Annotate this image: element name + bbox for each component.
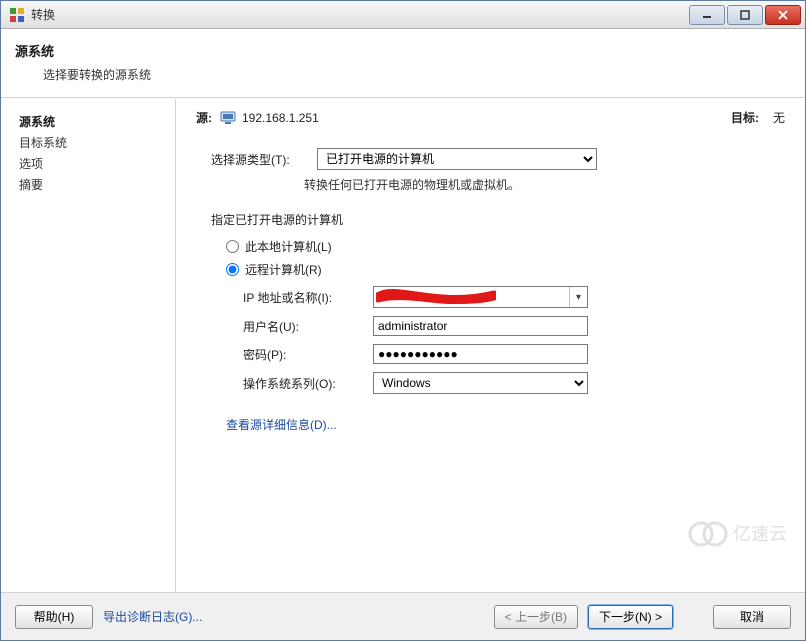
fieldset-title: 指定已打开电源的计算机 <box>211 211 785 228</box>
source-label: 源: <box>196 109 212 126</box>
chevron-down-icon[interactable]: ▾ <box>569 287 587 307</box>
view-details-link[interactable]: 查看源详细信息(D)... <box>226 416 785 433</box>
wizard-footer: 帮助(H) 导出诊断日志(G)... < 上一步(B) 下一步(N) > 取消 <box>1 592 805 640</box>
target-value: 无 <box>773 109 785 126</box>
app-icon <box>9 7 25 23</box>
redacted-mark-icon <box>376 289 496 305</box>
page-title: 源系统 <box>15 41 805 60</box>
source-value-wrap: 192.168.1.251 <box>220 111 319 125</box>
password-field[interactable] <box>373 344 588 364</box>
os-row: 操作系统系列(O): Windows <box>243 372 785 394</box>
radio-local-row[interactable]: 此本地计算机(L) <box>226 238 785 255</box>
maximize-icon <box>740 10 750 20</box>
next-button[interactable]: 下一步(N) > <box>588 605 673 629</box>
window-title: 转换 <box>31 6 55 23</box>
maximize-button[interactable] <box>727 5 763 25</box>
computer-icon <box>220 111 236 125</box>
powered-on-fieldset: 指定已打开电源的计算机 此本地计算机(L) 远程计算机(R) IP 地址或名称(… <box>211 211 785 433</box>
source-target-row: 源: 192.168.1.251 目标: 无 <box>196 109 785 126</box>
close-icon <box>778 10 788 20</box>
source-type-row: 选择源类型(T): 已打开电源的计算机 <box>211 148 785 170</box>
minimize-button[interactable] <box>689 5 725 25</box>
minimize-icon <box>702 10 712 20</box>
watermark-text: 亿速云 <box>733 524 787 544</box>
source-value: 192.168.1.251 <box>242 111 319 125</box>
page-subtitle: 选择要转换的源系统 <box>43 66 805 83</box>
password-label: 密码(P): <box>243 346 373 363</box>
sidebar-item-summary[interactable]: 摘要 <box>11 174 165 195</box>
cancel-button[interactable]: 取消 <box>713 605 791 629</box>
username-field[interactable] <box>373 316 588 336</box>
ip-combobox[interactable]: ▾ <box>373 286 588 308</box>
radio-local[interactable] <box>226 240 239 253</box>
os-label: 操作系统系列(O): <box>243 375 373 392</box>
target-label: 目标: <box>731 109 759 126</box>
wizard-header: 源系统 选择要转换的源系统 <box>1 29 805 98</box>
back-button[interactable]: < 上一步(B) <box>494 605 578 629</box>
wizard-sidebar: 源系统 目标系统 选项 摘要 <box>1 99 176 592</box>
sidebar-item-source-system[interactable]: 源系统 <box>11 111 165 132</box>
os-select[interactable]: Windows <box>373 372 588 394</box>
source-type-hint: 转换任何已打开电源的物理机或虚拟机。 <box>304 176 785 193</box>
help-button[interactable]: 帮助(H) <box>15 605 93 629</box>
titlebar[interactable]: 转换 <box>1 1 805 29</box>
radio-remote-row[interactable]: 远程计算机(R) <box>226 261 785 278</box>
ip-row: IP 地址或名称(I): ▾ <box>243 286 785 308</box>
dialog-window: 转换 源系统 选择要转换的源系统 源系统 目标系统 选项 摘要 源: <box>0 0 806 641</box>
export-log-link[interactable]: 导出诊断日志(G)... <box>103 608 202 625</box>
remote-form: IP 地址或名称(I): ▾ 用户名(U): <box>243 286 785 394</box>
radio-local-label: 此本地计算机(L) <box>245 238 332 255</box>
source-type-label: 选择源类型(T): <box>211 151 311 168</box>
window-controls <box>689 5 801 25</box>
ip-label: IP 地址或名称(I): <box>243 289 373 306</box>
watermark-logo: 亿速云 <box>685 516 805 552</box>
password-row: 密码(P): <box>243 344 785 364</box>
username-label: 用户名(U): <box>243 318 373 335</box>
radio-remote[interactable] <box>226 263 239 276</box>
username-row: 用户名(U): <box>243 316 785 336</box>
sidebar-item-target-system[interactable]: 目标系统 <box>11 132 165 153</box>
sidebar-item-options[interactable]: 选项 <box>11 153 165 174</box>
close-button[interactable] <box>765 5 801 25</box>
source-type-select[interactable]: 已打开电源的计算机 <box>317 148 597 170</box>
radio-remote-label: 远程计算机(R) <box>245 261 322 278</box>
